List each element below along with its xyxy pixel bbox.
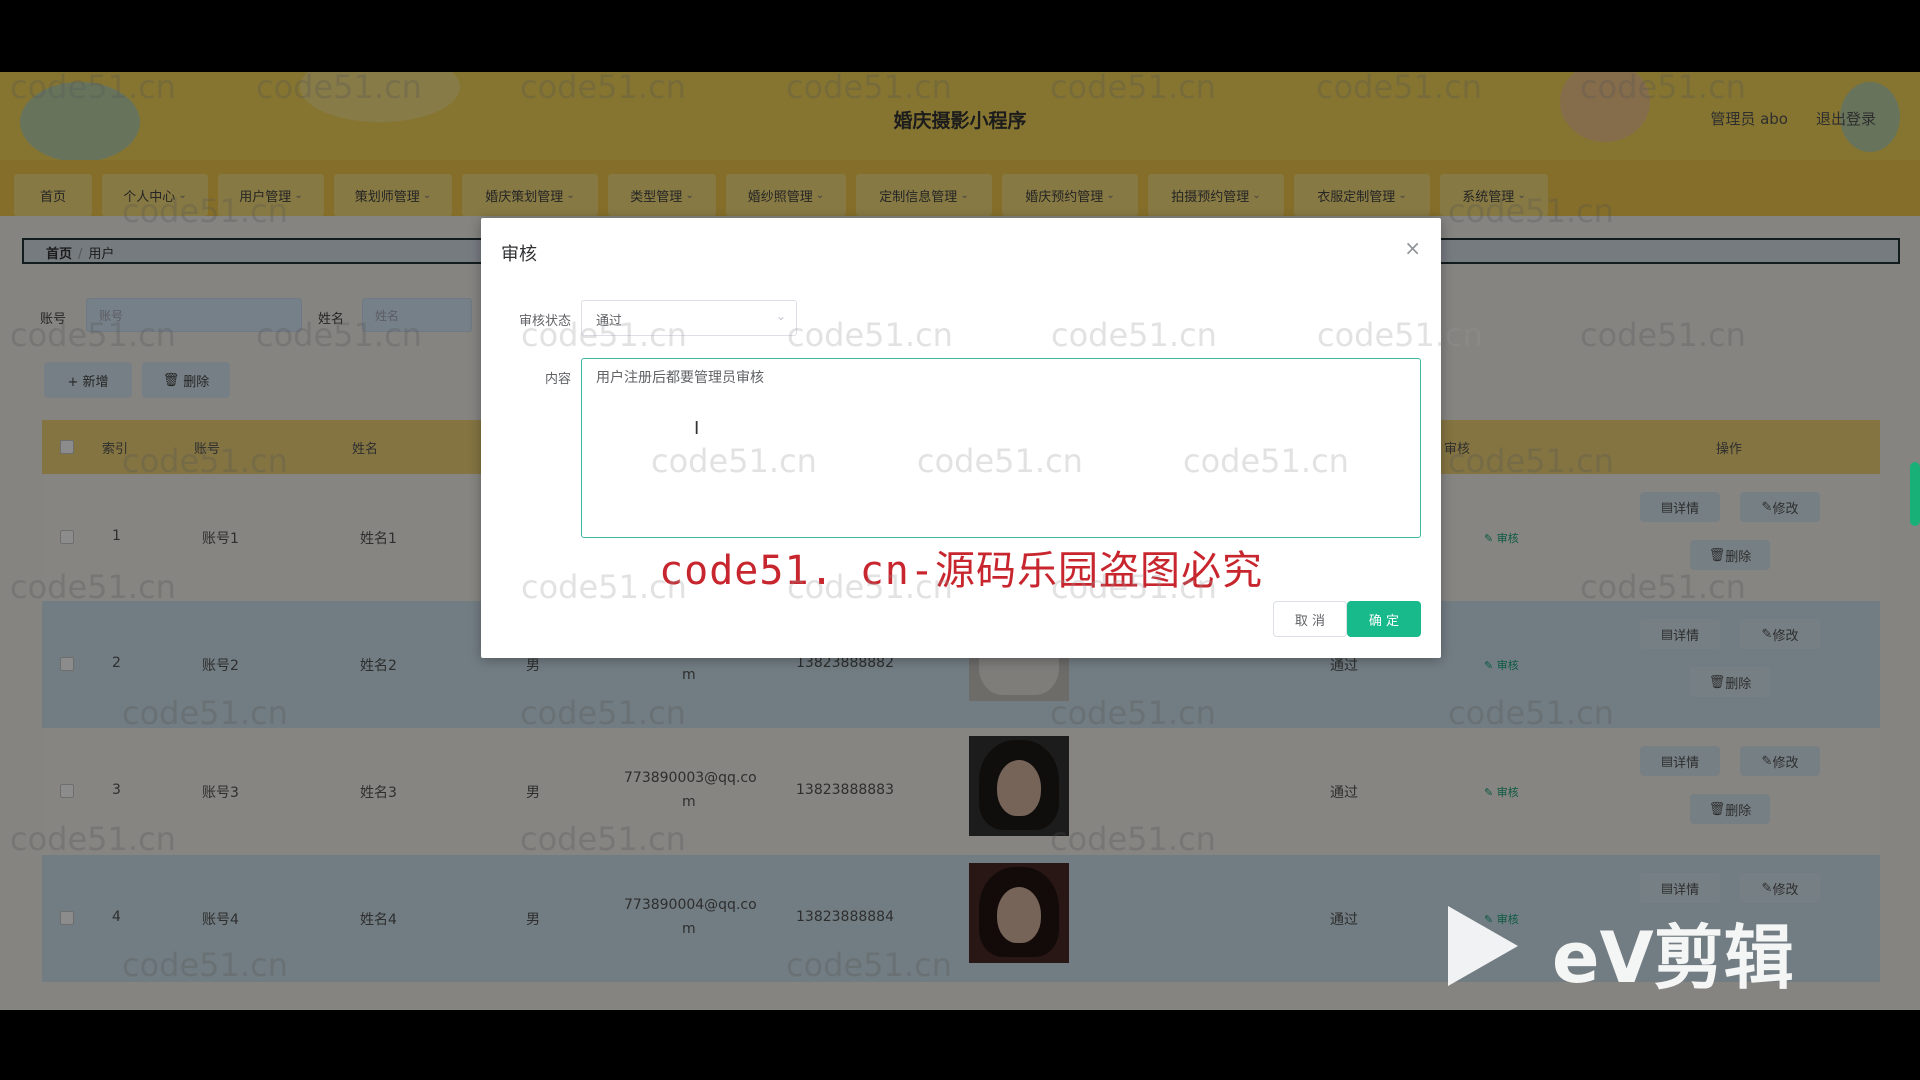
- chevron-down-icon: ⌄: [775, 309, 786, 323]
- watermark: code51.cn: [1051, 316, 1217, 354]
- copyright-banner: code51. cn-源码乐园盗图必究: [659, 548, 1263, 594]
- video-frame: 婚庆摄影小程序 管理员 abo 退出登录 首页 个人中心 ⌄ 用户管理 ⌄ 策划师管…: [0, 0, 1920, 1080]
- confirm-button[interactable]: 确 定: [1347, 601, 1421, 637]
- app-screen: 婚庆摄影小程序 管理员 abo 退出登录 首页 个人中心 ⌄ 用户管理 ⌄ 策划师管…: [0, 72, 1920, 1010]
- status-value: 通过: [596, 314, 623, 329]
- close-icon[interactable]: ×: [1404, 236, 1421, 260]
- audit-dialog: 审核 × 审核状态 通过 ⌄ 内容 用户注册后都要管理员审核 I code51. …: [481, 218, 1483, 658]
- play-icon: [1448, 906, 1518, 986]
- audit-status-select[interactable]: 通过 ⌄: [581, 300, 797, 336]
- audit-content-textarea[interactable]: 用户注册后都要管理员审核: [581, 358, 1421, 538]
- page-scrollbar[interactable]: [1910, 462, 1920, 526]
- text-cursor-icon: I: [694, 418, 700, 439]
- ev-logo-text: eV剪辑: [1552, 917, 1794, 999]
- cancel-button[interactable]: 取 消: [1273, 601, 1347, 637]
- ev-editor-logo: eV剪辑: [1448, 900, 1828, 999]
- dialog-title: 审核: [501, 244, 537, 265]
- content-label: 内容: [544, 372, 571, 387]
- status-label: 审核状态: [518, 314, 571, 329]
- watermark: code51.cn: [787, 316, 953, 354]
